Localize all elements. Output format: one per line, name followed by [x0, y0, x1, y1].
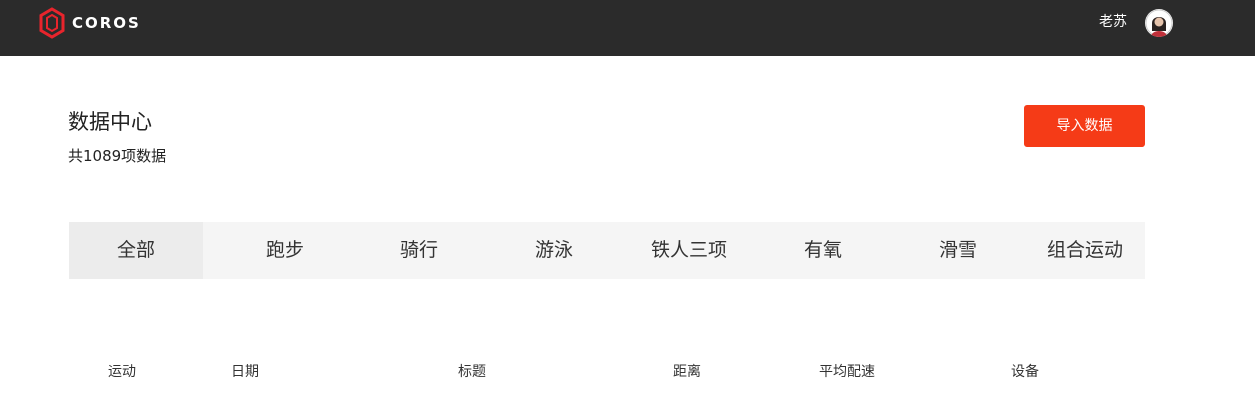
- column-header-device[interactable]: 设备: [1011, 362, 1039, 382]
- brand-wordmark: COROS: [72, 14, 141, 32]
- tab-all[interactable]: 全部: [69, 222, 203, 279]
- column-header-date[interactable]: 日期: [231, 362, 259, 382]
- coros-hexagon-logo-icon: [39, 7, 65, 39]
- sport-filter-tabs: 全部 跑步 骑行 游泳 铁人三项 有氧 滑雪 组合运动: [69, 222, 1145, 279]
- record-count: 共1089项数据: [68, 147, 167, 165]
- column-header-avg-pace[interactable]: 平均配速: [819, 362, 875, 382]
- tab-multisport[interactable]: 组合运动: [1025, 222, 1145, 279]
- tab-running[interactable]: 跑步: [217, 222, 353, 279]
- column-header-title[interactable]: 标题: [458, 362, 486, 382]
- tab-cycling[interactable]: 骑行: [351, 222, 487, 279]
- tab-aerobic[interactable]: 有氧: [755, 222, 891, 279]
- top-navigation-bar: COROS 老苏: [0, 0, 1255, 56]
- column-header-distance[interactable]: 距离: [673, 362, 701, 382]
- page-title: 数据中心: [68, 110, 152, 134]
- column-header-sport[interactable]: 运动: [108, 362, 136, 382]
- coros-logo[interactable]: COROS: [38, 7, 141, 39]
- user-avatar[interactable]: [1145, 9, 1173, 37]
- tab-skiing[interactable]: 滑雪: [890, 222, 1026, 279]
- tab-triathlon[interactable]: 铁人三项: [621, 222, 757, 279]
- user-avatar-icon: [1145, 9, 1173, 37]
- tab-swimming[interactable]: 游泳: [486, 222, 622, 279]
- user-name[interactable]: 老苏: [1099, 12, 1127, 32]
- import-data-button[interactable]: 导入数据: [1024, 105, 1145, 147]
